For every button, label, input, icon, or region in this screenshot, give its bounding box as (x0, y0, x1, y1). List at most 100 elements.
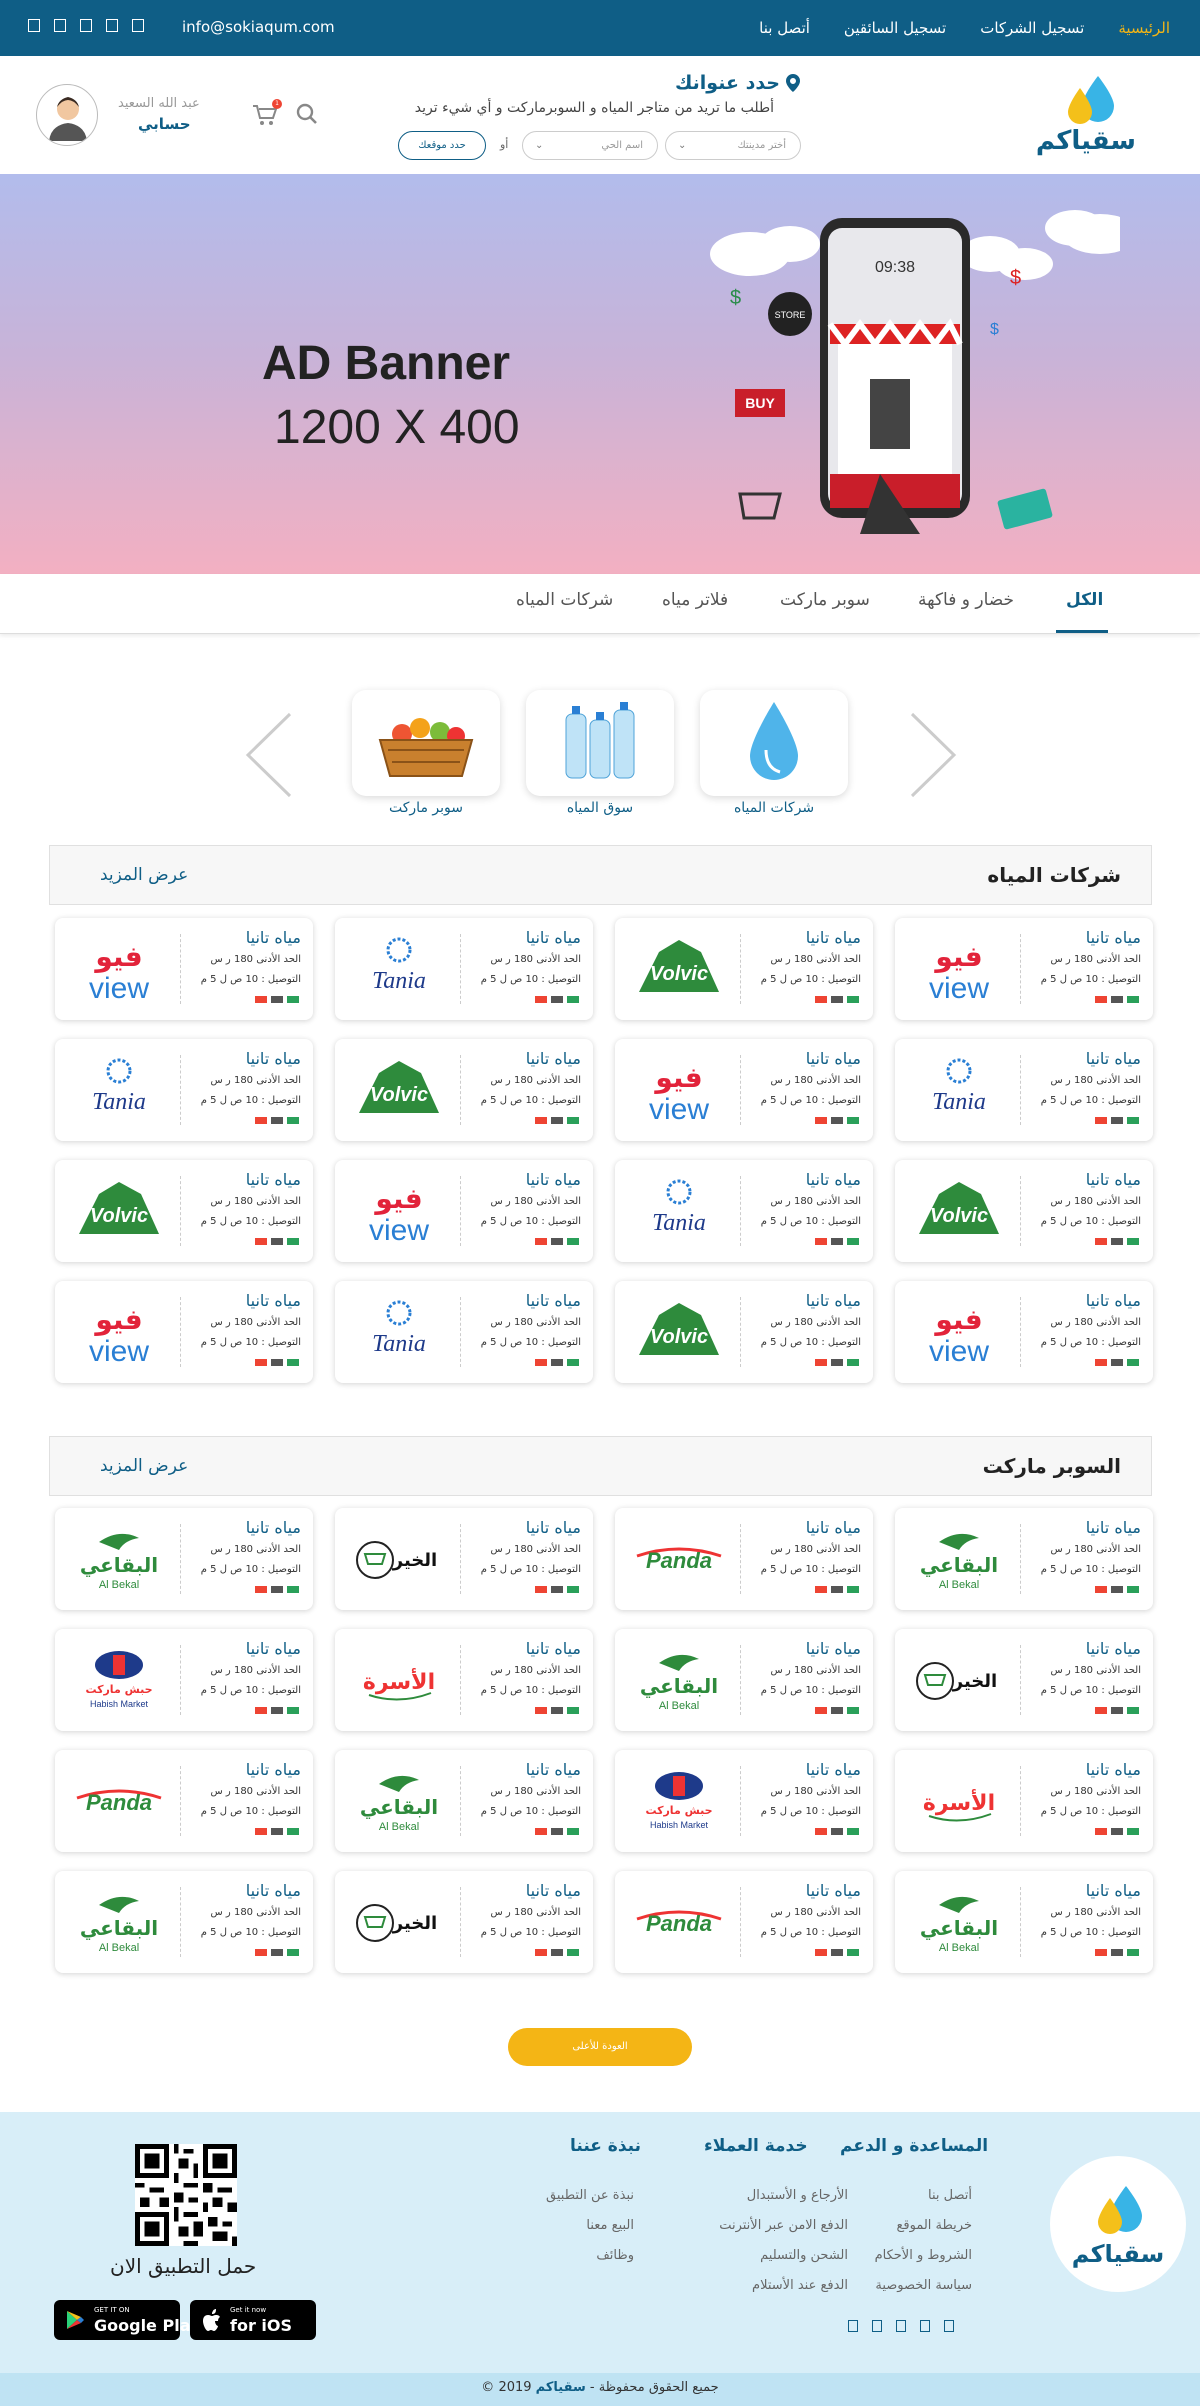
footer-link[interactable]: الأرجاع و الأستبدال (747, 2188, 848, 2203)
store-card[interactable]: Tania مياه تانيا الحد الأدنى 180 ر س التوصي… (615, 1160, 873, 1262)
tab-supermarket[interactable]: سوبر ماركت (780, 590, 870, 610)
brand-logo: Volvic (629, 1295, 729, 1369)
tab-water-companies[interactable]: شركات المياه (516, 590, 613, 610)
payment-icon (847, 1359, 859, 1366)
payment-methods (535, 1707, 579, 1714)
store-card[interactable]: Panda مياه تانيا الحد الأدنى 180 ر س التوصي… (615, 1871, 873, 1973)
apple-pay-icon (831, 1828, 843, 1835)
store-card[interactable]: البقاعي Al Bekal مياه تانيا الحد الأدنى 180… (55, 1871, 313, 1973)
brand-logo: Tania (69, 1053, 169, 1127)
store-card[interactable]: فيو view مياه تانيا الحد الأدنى 180 ر س التو… (55, 918, 313, 1020)
contact-email[interactable]: info@sokiaqum.com (182, 18, 335, 36)
nav-register-drivers[interactable]: تسجيل السائقين (844, 19, 946, 37)
store-card[interactable]: Volvic مياه تانيا الحد الأدنى 180 ر س التوص… (615, 1281, 873, 1383)
carousel-next-arrow-icon[interactable] (908, 710, 958, 800)
delivery-time-text: التوصيل : 10 ص ل 5 م (760, 1216, 861, 1227)
store-card[interactable]: الأسرة مياه تانيا الحد الأدنى 180 ر س التوص… (895, 1750, 1153, 1852)
footer-link[interactable]: أتصل بنا (928, 2188, 972, 2203)
store-card[interactable]: Volvic مياه تانيا الحد الأدنى 180 ر س التوص… (895, 1160, 1153, 1262)
footer-logo[interactable]: سقياكم (1050, 2156, 1186, 2292)
card-divider (1020, 1887, 1021, 1957)
store-card[interactable]: البقاعي Al Bekal مياه تانيا الحد الأدنى 180… (895, 1871, 1153, 1973)
apple-pay-icon (831, 1586, 843, 1593)
store-card[interactable]: حبش ماركت Habish Market مياه تانيا الحد الأ… (615, 1750, 873, 1852)
carousel-prev-arrow-icon[interactable] (244, 710, 294, 800)
store-card[interactable]: Volvic مياه تانيا الحد الأدنى 180 ر س التوص… (55, 1160, 313, 1262)
social-icon[interactable] (28, 19, 40, 32)
store-card[interactable]: Panda مياه تانيا الحد الأدنى 180 ر س التوصي… (55, 1750, 313, 1852)
tab-water-filters[interactable]: فلاتر مياه (662, 590, 728, 610)
delivery-time-text: التوصيل : 10 ص ل 5 م (480, 1564, 581, 1575)
payment-methods (535, 996, 579, 1003)
store-card[interactable]: Tania مياه تانيا الحد الأدنى 180 ر س التوصي… (335, 1281, 593, 1383)
nav-contact[interactable]: أتصل بنا (759, 19, 810, 37)
footer-link[interactable]: البيع معنا (586, 2218, 634, 2233)
city-select[interactable]: ⌄ أختر مدينتك (665, 131, 801, 160)
store-card[interactable]: الخير مياه تانيا الحد الأدنى 180 ر س التوصي… (895, 1629, 1153, 1731)
district-select[interactable]: ⌄ اسم الحي (522, 131, 658, 160)
nav-home[interactable]: الرئيسية (1118, 19, 1170, 37)
category-card-water-companies[interactable] (700, 690, 848, 796)
store-card[interactable]: الخير مياه تانيا الحد الأدنى 180 ر س التوصي… (335, 1871, 593, 1973)
store-card[interactable]: Tania مياه تانيا الحد الأدنى 180 ر س التوصي… (335, 918, 593, 1020)
footer-link[interactable]: خريطة الموقع (896, 2218, 972, 2233)
google-play-button[interactable]: GET IT ON Google Play (54, 2300, 200, 2340)
address-title[interactable]: حدد عنوانك (675, 72, 800, 94)
footer-link[interactable]: سياسة الخصوصية (875, 2278, 972, 2293)
min-order-text: الحد الأدنى 180 ر س (210, 1786, 301, 1797)
back-to-top-button[interactable]: العودة للأعلى (508, 2028, 692, 2066)
footer-link[interactable]: الشحن والتسليم (760, 2248, 848, 2263)
svg-text:Panda: Panda (646, 1911, 712, 1936)
store-card[interactable]: فيو view مياه تانيا الحد الأدنى 180 ر س التو… (335, 1160, 593, 1262)
footer-link[interactable]: وظائف (596, 2248, 634, 2263)
store-card[interactable]: Tania مياه تانيا الحد الأدنى 180 ر س التوصي… (55, 1039, 313, 1141)
social-icon[interactable] (54, 19, 66, 32)
store-card[interactable]: فيو view مياه تانيا الحد الأدنى 180 ر س التو… (55, 1281, 313, 1383)
tab-vegetables-fruits[interactable]: خضار و فاكهة (918, 590, 1014, 610)
apple-pay-icon (831, 1238, 843, 1245)
footer-link[interactable]: الشروط و الأحكام (875, 2248, 972, 2263)
store-card[interactable]: Volvic مياه تانيا الحد الأدنى 180 ر س التوص… (335, 1039, 593, 1141)
store-card[interactable]: الأسرة مياه تانيا الحد الأدنى 180 ر س التوص… (335, 1629, 593, 1731)
locate-me-button[interactable]: حدد موقعك (398, 131, 486, 160)
store-card[interactable]: Volvic مياه تانيا الحد الأدنى 180 ر س التوص… (615, 918, 873, 1020)
social-icon[interactable] (80, 19, 92, 32)
social-icon[interactable] (896, 2320, 906, 2332)
footer-link[interactable]: الدفع عند الأستلام (752, 2278, 848, 2293)
store-card[interactable]: البقاعي Al Bekal مياه تانيا الحد الأدنى 180… (55, 1508, 313, 1610)
my-account-link[interactable]: حسابي (138, 115, 191, 133)
store-card[interactable]: Tania مياه تانيا الحد الأدنى 180 ر س التوصي… (895, 1039, 1153, 1141)
store-card[interactable]: Panda مياه تانيا الحد الأدنى 180 ر س التوصي… (615, 1508, 873, 1610)
store-card[interactable]: فيو view مياه تانيا الحد الأدنى 180 ر س التو… (895, 1281, 1153, 1383)
card-payment-icon (1095, 1586, 1107, 1593)
footer-link[interactable]: الدفع الامن عبر الأنترنت (719, 2218, 848, 2233)
category-card-supermarket[interactable] (352, 690, 500, 796)
view-more-link[interactable]: عرض المزيد (100, 1456, 188, 1476)
app-store-button[interactable]: Get it now for iOS (190, 2300, 316, 2340)
avatar[interactable] (36, 84, 98, 146)
store-card[interactable]: البقاعي Al Bekal مياه تانيا الحد الأدنى 180… (335, 1750, 593, 1852)
store-card[interactable]: فيو view مياه تانيا الحد الأدنى 180 ر س التو… (615, 1039, 873, 1141)
svg-text:البقاعي: البقاعي (360, 1795, 438, 1820)
store-title: مياه تانيا (245, 1291, 301, 1310)
social-icon[interactable] (106, 19, 118, 32)
search-icon[interactable] (296, 103, 318, 125)
social-icon[interactable] (944, 2320, 954, 2332)
category-card-water-market[interactable] (526, 690, 674, 796)
social-icon[interactable] (920, 2320, 930, 2332)
store-title: مياه تانيا (525, 1881, 581, 1900)
nav-register-companies[interactable]: تسجيل الشركات (980, 19, 1084, 37)
footer-link[interactable]: نبذة عن التطبيق (546, 2188, 634, 2203)
tab-all[interactable]: الكل (1066, 590, 1103, 610)
store-card[interactable]: حبش ماركت Habish Market مياه تانيا الحد الأ… (55, 1629, 313, 1731)
view-more-link[interactable]: عرض المزيد (100, 865, 188, 885)
store-card[interactable]: البقاعي Al Bekal مياه تانيا الحد الأدنى 180… (895, 1508, 1153, 1610)
social-icon[interactable] (132, 19, 144, 32)
social-icon[interactable] (872, 2320, 882, 2332)
store-card[interactable]: فيو view مياه تانيا الحد الأدنى 180 ر س التو… (895, 918, 1153, 1020)
delivery-time-text: التوصيل : 10 ص ل 5 م (200, 974, 301, 985)
store-card[interactable]: الخير مياه تانيا الحد الأدنى 180 ر س التوصي… (335, 1508, 593, 1610)
social-icon[interactable] (848, 2320, 858, 2332)
store-card[interactable]: البقاعي Al Bekal مياه تانيا الحد الأدنى 180… (615, 1629, 873, 1731)
ad-banner[interactable]: 09:38 STORE BUY $ $ $ (0, 174, 1200, 574)
